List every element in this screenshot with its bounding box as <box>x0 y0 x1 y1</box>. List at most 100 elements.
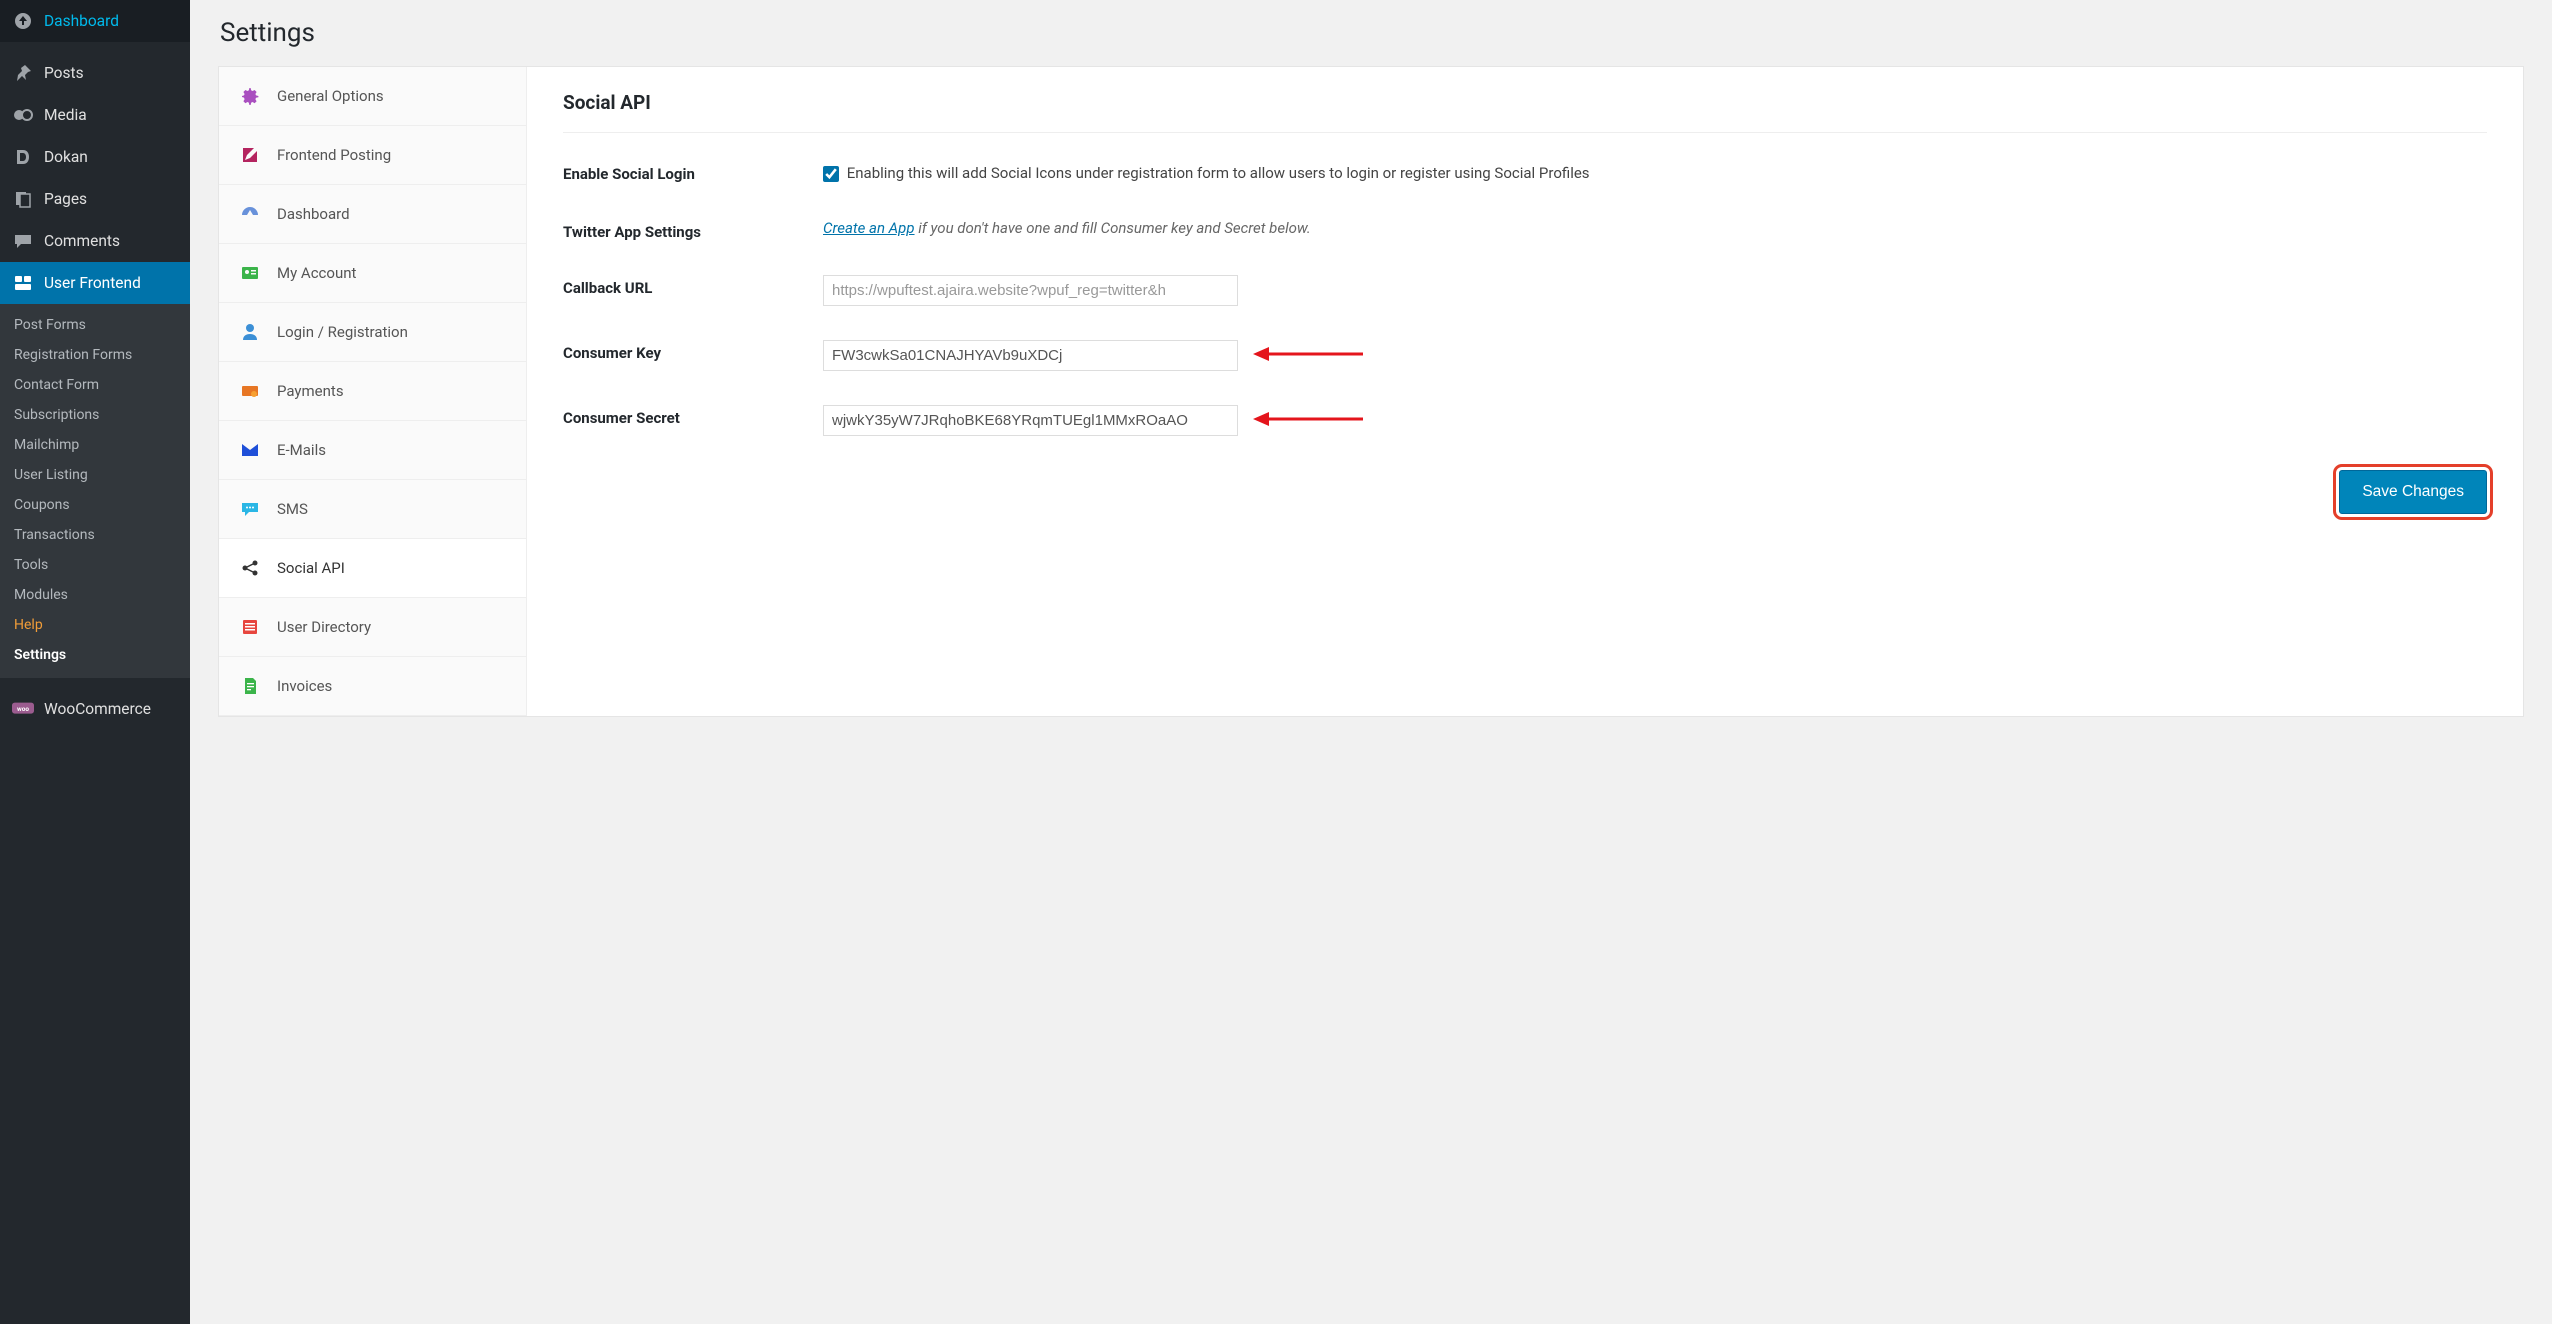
id-card-icon <box>239 262 261 284</box>
create-app-link[interactable]: Create an App <box>823 219 915 237</box>
field-label: Callback URL <box>563 275 823 297</box>
menu-pages[interactable]: Pages <box>0 178 190 220</box>
tab-label: E-Mails <box>277 441 326 459</box>
menu-dashboard[interactable]: Dashboard <box>0 0 190 42</box>
tab-label: User Directory <box>277 618 371 636</box>
menu-dokan[interactable]: Dokan <box>0 136 190 178</box>
gauge-icon <box>239 203 261 225</box>
woocommerce-icon: woo <box>12 698 34 720</box>
tab-label: General Options <box>277 87 384 105</box>
pin-icon <box>12 62 34 84</box>
sub-contact-form[interactable]: Contact Form <box>0 370 190 400</box>
tab-label: Social API <box>277 559 345 577</box>
user-frontend-submenu: Post Forms Registration Forms Contact Fo… <box>0 304 190 678</box>
row-consumer-key: Consumer Key <box>563 340 2487 371</box>
menu-label: Media <box>44 106 87 124</box>
sub-help[interactable]: Help <box>0 610 190 640</box>
list-icon <box>239 616 261 638</box>
chat-icon <box>239 498 261 520</box>
sub-settings[interactable]: Settings <box>0 640 190 670</box>
tab-social-api[interactable]: Social API <box>219 539 526 598</box>
user-frontend-icon <box>12 272 34 294</box>
user-icon <box>239 321 261 343</box>
tab-login-registration[interactable]: Login / Registration <box>219 303 526 362</box>
field-label: Consumer Secret <box>563 405 823 427</box>
sub-mailchimp[interactable]: Mailchimp <box>0 430 190 460</box>
annotation-arrow-icon <box>1253 344 1363 368</box>
save-changes-button[interactable]: Save Changes <box>2339 470 2487 514</box>
sub-post-forms[interactable]: Post Forms <box>0 310 190 340</box>
sub-subscriptions[interactable]: Subscriptions <box>0 400 190 430</box>
tab-label: Payments <box>277 382 344 400</box>
menu-posts[interactable]: Posts <box>0 52 190 94</box>
main-content: Settings General Options Frontend Postin… <box>190 0 2552 1324</box>
row-callback-url: Callback URL <box>563 275 2487 306</box>
tab-dashboard[interactable]: Dashboard <box>219 185 526 244</box>
enable-social-login-checkbox[interactable] <box>823 166 839 182</box>
menu-media[interactable]: Media <box>0 94 190 136</box>
gear-icon <box>239 85 261 107</box>
row-twitter-settings: Twitter App Settings Create an App if yo… <box>563 219 2487 241</box>
tab-label: Login / Registration <box>277 323 408 341</box>
menu-label: WooCommerce <box>44 700 151 718</box>
settings-panel: Social API Enable Social Login Enabling … <box>527 67 2523 716</box>
sub-user-listing[interactable]: User Listing <box>0 460 190 490</box>
sub-tools[interactable]: Tools <box>0 550 190 580</box>
tab-user-directory[interactable]: User Directory <box>219 598 526 657</box>
page-title: Settings <box>220 18 2524 48</box>
consumer-secret-input[interactable] <box>823 405 1238 436</box>
payment-icon <box>239 380 261 402</box>
edit-icon <box>239 144 261 166</box>
tab-label: Dashboard <box>277 205 350 223</box>
tab-emails[interactable]: E-Mails <box>219 421 526 480</box>
mail-icon <box>239 439 261 461</box>
panel-heading: Social API <box>563 91 2487 133</box>
settings-container: General Options Frontend Posting Dashboa… <box>218 66 2524 717</box>
invoice-icon <box>239 675 261 697</box>
menu-label: Comments <box>44 232 120 250</box>
button-row: Save Changes <box>563 470 2487 514</box>
tab-label: SMS <box>277 500 308 518</box>
menu-label: Pages <box>44 190 87 208</box>
menu-user-frontend[interactable]: User Frontend <box>0 262 190 304</box>
svg-text:woo: woo <box>17 705 29 713</box>
media-icon <box>12 104 34 126</box>
enable-social-login-label[interactable]: Enabling this will add Social Icons unde… <box>823 164 1590 182</box>
tab-frontend-posting[interactable]: Frontend Posting <box>219 126 526 185</box>
tab-sms[interactable]: SMS <box>219 480 526 539</box>
tab-invoices[interactable]: Invoices <box>219 657 526 716</box>
row-enable-social-login: Enable Social Login Enabling this will a… <box>563 161 2487 185</box>
consumer-key-input[interactable] <box>823 340 1238 371</box>
menu-label: Dokan <box>44 148 88 166</box>
tab-payments[interactable]: Payments <box>219 362 526 421</box>
sub-coupons[interactable]: Coupons <box>0 490 190 520</box>
field-label: Twitter App Settings <box>563 219 823 241</box>
sub-registration-forms[interactable]: Registration Forms <box>0 340 190 370</box>
sub-modules[interactable]: Modules <box>0 580 190 610</box>
wp-admin-menu: Dashboard Posts Media Dokan Pages Commen… <box>0 0 190 1324</box>
settings-tabs: General Options Frontend Posting Dashboa… <box>219 67 527 716</box>
tab-general-options[interactable]: General Options <box>219 67 526 126</box>
menu-label: Dashboard <box>44 12 119 30</box>
field-label: Consumer Key <box>563 340 823 362</box>
menu-woocommerce[interactable]: woo WooCommerce <box>0 688 190 730</box>
menu-label: User Frontend <box>44 274 141 292</box>
twitter-hint: if you don't have one and fill Consumer … <box>915 219 1311 237</box>
tab-label: Frontend Posting <box>277 146 391 164</box>
pages-icon <box>12 188 34 210</box>
sub-transactions[interactable]: Transactions <box>0 520 190 550</box>
tab-label: Invoices <box>277 677 332 695</box>
tab-label: My Account <box>277 264 356 282</box>
enable-description: Enabling this will add Social Icons unde… <box>847 164 1590 182</box>
dashboard-icon <box>12 10 34 32</box>
callback-url-input[interactable] <box>823 275 1238 306</box>
row-consumer-secret: Consumer Secret <box>563 405 2487 436</box>
dokan-icon <box>12 146 34 168</box>
share-icon <box>239 557 261 579</box>
annotation-arrow-icon <box>1253 409 1363 433</box>
comments-icon <box>12 230 34 252</box>
field-label: Enable Social Login <box>563 161 823 183</box>
tab-my-account[interactable]: My Account <box>219 244 526 303</box>
menu-label: Posts <box>44 64 84 82</box>
menu-comments[interactable]: Comments <box>0 220 190 262</box>
